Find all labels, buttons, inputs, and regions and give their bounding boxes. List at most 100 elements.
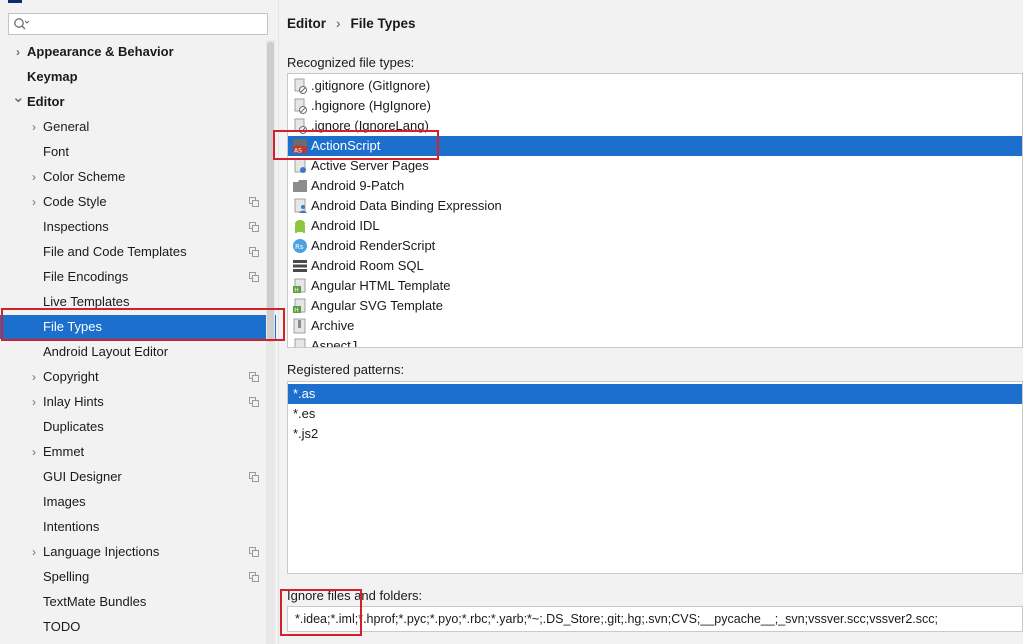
chevron-right-icon[interactable]: › — [28, 365, 40, 389]
file-type-row[interactable]: Android Data Binding Expression — [288, 196, 1022, 216]
sidebar-item-code-style[interactable]: › Code Style — [0, 190, 276, 214]
sidebar-item-copyright[interactable]: › Copyright — [0, 365, 276, 389]
ignore-file-icon — [294, 98, 307, 114]
aspectj-icon — [294, 338, 306, 347]
file-type-row[interactable]: H Angular SVG Template — [288, 296, 1022, 316]
sidebar-item-font[interactable]: Font — [0, 140, 276, 164]
sidebar-item-label: Inlay Hints — [43, 394, 104, 409]
sql-icon — [293, 260, 307, 272]
sidebar-scrollbar[interactable] — [266, 40, 275, 644]
sidebar-item-spelling[interactable]: Spelling — [0, 565, 276, 589]
sidebar-item-inspections[interactable]: Inspections — [0, 215, 276, 239]
file-type-row[interactable]: .gitignore (GitIgnore) — [288, 76, 1022, 96]
file-type-row[interactable]: .ignore (IgnoreLang) — [288, 116, 1022, 136]
sidebar-scroll-thumb[interactable] — [267, 42, 274, 342]
file-type-row[interactable]: Android Room SQL — [288, 256, 1022, 276]
android-icon — [295, 220, 305, 233]
project-scope-icon — [249, 197, 259, 207]
sidebar-item-editor[interactable]: ⌄ Editor — [0, 89, 276, 114]
sidebar-item-label: Inspections — [43, 219, 109, 234]
breadcrumb-current: File Types — [350, 16, 416, 31]
html-template-icon: H — [293, 298, 306, 314]
sidebar-item-label: TextMate Bundles — [43, 594, 147, 609]
pattern-label: *.js2 — [293, 426, 319, 441]
sidebar-item-label: GUI Designer — [43, 469, 122, 484]
sidebar-item-label: Duplicates — [43, 419, 104, 434]
svg-text:AS: AS — [294, 148, 302, 155]
sidebar-item-todo[interactable]: TODO — [0, 615, 276, 639]
chevron-right-icon[interactable]: › — [28, 390, 40, 414]
file-type-label: Active Server Pages — [311, 158, 429, 173]
sidebar-item-textmate-bundles[interactable]: TextMate Bundles — [0, 590, 276, 614]
sidebar-item-label: Copyright — [43, 369, 99, 384]
recognized-file-types-list[interactable]: .gitignore (GitIgnore) .hgignore (HgIgnor… — [287, 73, 1023, 348]
sidebar-item-label: File Encodings — [43, 269, 129, 284]
chevron-down-icon[interactable]: ⌄ — [12, 86, 25, 110]
pattern-row[interactable]: *.as — [288, 384, 1022, 404]
sidebar-item-label: Emmet — [43, 444, 85, 459]
chevron-right-icon[interactable]: › — [28, 115, 40, 139]
archive-icon — [293, 318, 306, 334]
file-type-row[interactable]: AspectJ — [288, 336, 1022, 347]
sidebar-item-general[interactable]: › General — [0, 115, 276, 139]
file-type-label: .hgignore (HgIgnore) — [311, 98, 431, 113]
sidebar-item-emmet[interactable]: › Emmet — [0, 440, 276, 464]
sidebar-item-file-encodings[interactable]: File Encodings — [0, 265, 276, 289]
window-title-fragment — [8, 0, 22, 3]
pattern-label: *.as — [293, 386, 316, 401]
svg-text:H: H — [294, 287, 299, 294]
file-type-label: .gitignore (GitIgnore) — [311, 78, 431, 93]
sidebar-item-file-types[interactable]: File Types — [0, 315, 276, 339]
file-type-label: Angular HTML Template — [311, 278, 451, 293]
file-type-label: Android Room SQL — [311, 258, 424, 273]
breadcrumb-separator: › — [336, 16, 341, 31]
registered-patterns-label: Registered patterns: — [287, 362, 405, 377]
sidebar-item-keymap[interactable]: Keymap — [0, 65, 276, 89]
project-scope-icon — [249, 547, 259, 557]
ignore-files-input[interactable]: *.idea;*.iml;*.hprof;*.pyc;*.pyo;*.rbc;*… — [287, 606, 1023, 632]
sidebar-item-appearance-behavior[interactable]: › Appearance & Behavior — [0, 40, 276, 64]
breadcrumb-parent[interactable]: Editor — [287, 16, 326, 31]
file-type-row[interactable]: Active Server Pages — [288, 156, 1022, 176]
search-icon — [14, 18, 29, 30]
chevron-right-icon[interactable]: › — [12, 40, 24, 64]
project-scope-icon — [249, 372, 259, 382]
chevron-right-icon[interactable]: › — [28, 540, 40, 564]
sidebar-item-inlay-hints[interactable]: › Inlay Hints — [0, 390, 276, 414]
sidebar-item-live-templates[interactable]: Live Templates — [0, 290, 276, 314]
sidebar-item-file-and-code-templates[interactable]: File and Code Templates — [0, 240, 276, 264]
sidebar-item-label: File and Code Templates — [43, 244, 187, 259]
file-type-row[interactable]: H Angular HTML Template — [288, 276, 1022, 296]
sidebar-item-duplicates[interactable]: Duplicates — [0, 415, 276, 439]
pattern-row[interactable]: *.js2 — [288, 424, 1022, 444]
sidebar-item-label: Spelling — [43, 569, 90, 584]
ignore-file-icon — [294, 118, 307, 134]
file-type-label: Archive — [311, 318, 355, 333]
chevron-right-icon[interactable]: › — [28, 165, 40, 189]
sidebar-item-android-layout-editor[interactable]: Android Layout Editor — [0, 340, 276, 364]
project-scope-icon — [249, 472, 259, 482]
settings-search-input[interactable] — [8, 13, 268, 35]
ignore-file-icon — [294, 78, 307, 94]
sidebar-item-label: Android Layout Editor — [43, 344, 169, 359]
registered-patterns-list[interactable]: *.as *.es *.js2 — [287, 381, 1023, 574]
file-type-label: .ignore (IgnoreLang) — [311, 118, 429, 133]
sidebar-item-intentions[interactable]: Intentions — [0, 515, 276, 539]
pattern-row[interactable]: *.es — [288, 404, 1022, 424]
sidebar-item-label: File Types — [43, 319, 103, 334]
sidebar-item-label: Keymap — [27, 69, 78, 84]
recognized-file-types-label: Recognized file types: — [287, 55, 415, 70]
sidebar-item-color-scheme[interactable]: › Color Scheme — [0, 165, 276, 189]
sidebar-item-images[interactable]: Images — [0, 490, 276, 514]
file-type-row[interactable]: Archive — [288, 316, 1022, 336]
file-type-row[interactable]: .hgignore (HgIgnore) — [288, 96, 1022, 116]
file-type-row[interactable]: Android 9-Patch — [288, 176, 1022, 196]
chevron-right-icon[interactable]: › — [28, 440, 40, 464]
sidebar-item-language-injections[interactable]: › Language Injections — [0, 540, 276, 564]
ignore-files-label: Ignore files and folders: — [287, 588, 423, 603]
sidebar-item-gui-designer[interactable]: GUI Designer — [0, 465, 276, 489]
chevron-right-icon[interactable]: › — [28, 190, 40, 214]
file-type-row[interactable]: AS ActionScript — [288, 136, 1022, 156]
file-type-row[interactable]: Rs Android RenderScript — [288, 236, 1022, 256]
file-type-row[interactable]: Android IDL — [288, 216, 1022, 236]
